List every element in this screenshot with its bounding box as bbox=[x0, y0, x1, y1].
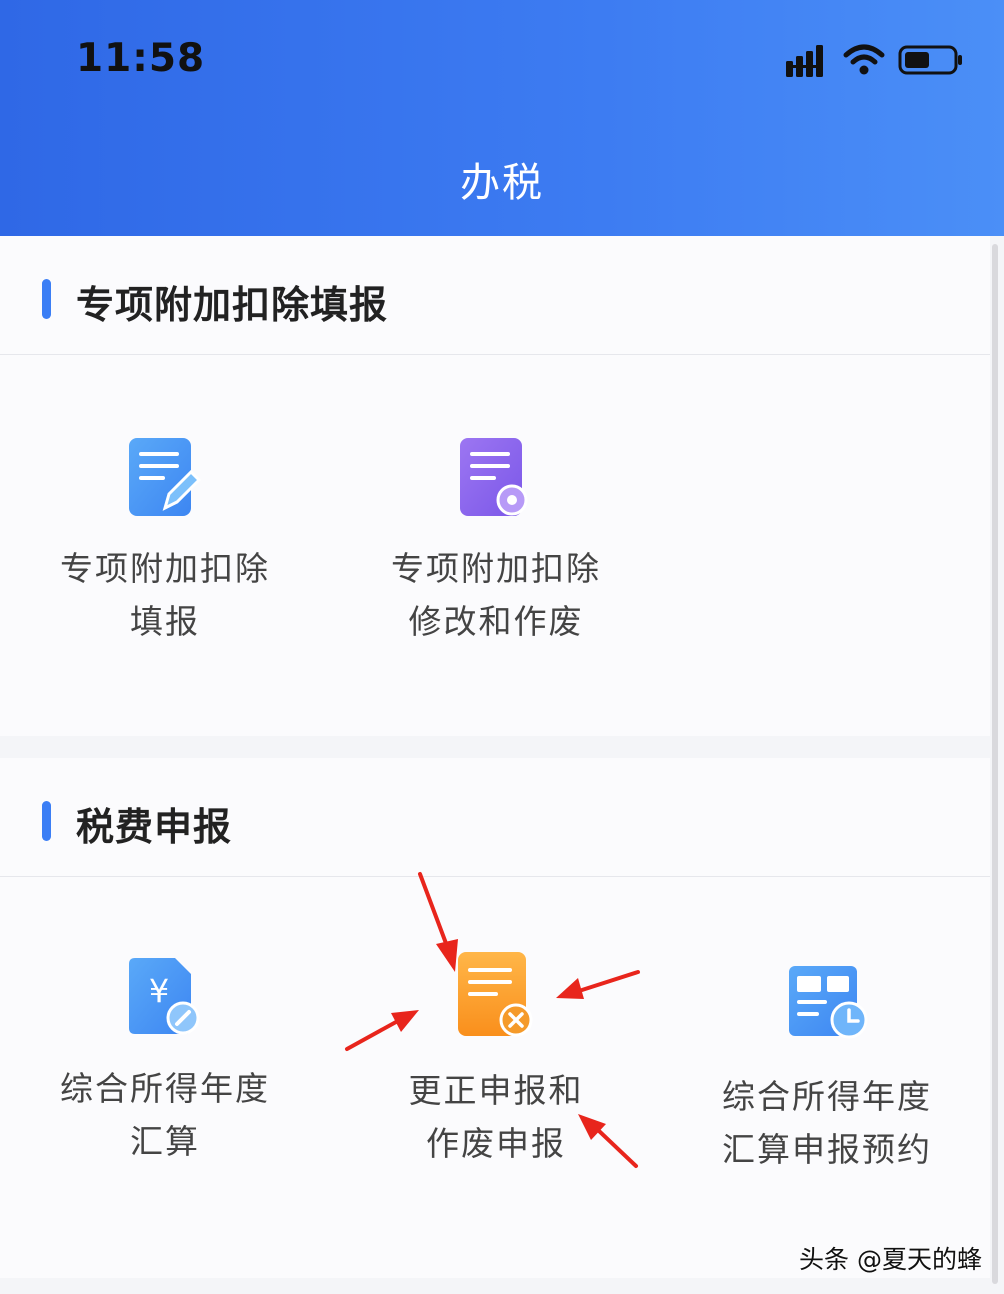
section-header: 税费申报 bbox=[0, 758, 990, 877]
section-title: 税费申报 bbox=[76, 805, 233, 849]
status-time: 11:58 bbox=[76, 36, 206, 81]
tile-label-line1: 专项附加扣除 bbox=[391, 549, 601, 588]
yuan-document-icon: ¥ bbox=[125, 956, 205, 1040]
tile-annual-settlement[interactable]: ¥ 综合所得年度 汇算 bbox=[15, 956, 315, 1168]
tile-label-line2: 修改和作废 bbox=[408, 602, 584, 641]
section-accent-bar bbox=[42, 801, 51, 841]
svg-text:¥: ¥ bbox=[149, 972, 169, 1010]
section-header: 专项附加扣除填报 bbox=[0, 236, 990, 355]
tile-label-line1: 专项附加扣除 bbox=[60, 549, 270, 588]
tile-label-line2: 填报 bbox=[130, 602, 200, 641]
page-title: 办税 bbox=[460, 160, 544, 206]
battery-icon bbox=[898, 45, 962, 75]
tile-special-deduction-modify[interactable]: 专项附加扣除 修改和作废 bbox=[346, 436, 646, 648]
document-edit-icon bbox=[125, 436, 205, 520]
tile-correct-void-filing[interactable]: 更正申报和 作废申报 bbox=[346, 950, 646, 1170]
watermark: 头条 @夏天的蜂 bbox=[799, 1245, 982, 1274]
wifi-icon bbox=[843, 44, 885, 75]
tile-label-line2: 汇算 bbox=[130, 1122, 200, 1161]
app-header: 11:58 办税 bbox=[0, 0, 1004, 236]
tile-label-line1: 综合所得年度 bbox=[60, 1069, 270, 1108]
tile-label-line2: 作废申报 bbox=[426, 1124, 566, 1163]
status-icons bbox=[786, 40, 964, 80]
section-tax-filing: 税费申报 ¥ 综合所得年度 汇算 更正申报和 作废申报 综合所得年度 汇算申报预… bbox=[0, 758, 990, 1278]
tile-label-line1: 综合所得年度 bbox=[722, 1077, 932, 1116]
section-special-deductions: 专项附加扣除填报 专项附加扣除 填报 专项附加扣除 修改和作废 bbox=[0, 236, 990, 736]
scrollbar[interactable] bbox=[992, 244, 998, 1284]
document-settings-icon bbox=[456, 436, 536, 520]
tile-special-deduction-fill[interactable]: 专项附加扣除 填报 bbox=[15, 436, 315, 648]
tile-label-line1: 更正申报和 bbox=[408, 1071, 584, 1110]
tile-label-line2: 汇算申报预约 bbox=[722, 1130, 932, 1169]
cellular-signal-icon bbox=[786, 45, 823, 77]
section-title: 专项附加扣除填报 bbox=[76, 283, 389, 327]
document-cancel-icon bbox=[456, 950, 536, 1040]
calendar-clock-icon bbox=[787, 964, 868, 1042]
tile-settlement-appointment[interactable]: 综合所得年度 汇算申报预约 bbox=[677, 964, 977, 1176]
section-accent-bar bbox=[42, 279, 51, 319]
